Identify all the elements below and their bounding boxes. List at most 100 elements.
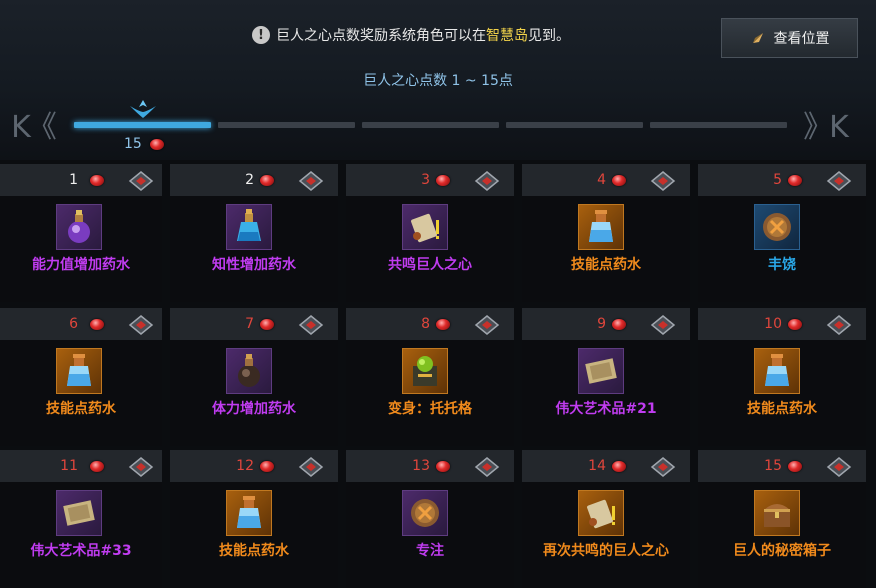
reward-cell-header: 9 xyxy=(522,308,690,340)
progress-segment xyxy=(506,122,643,128)
reward-item-name: 伟大艺术品#33 xyxy=(30,543,132,559)
claim-emblem-icon xyxy=(650,171,676,191)
purple-flask-icon[interactable] xyxy=(56,204,102,250)
reward-cell[interactable]: 14 再次共鸣的巨人之心 xyxy=(522,450,690,588)
reward-item-name: 技能点药水 xyxy=(747,401,817,417)
progress-segment xyxy=(362,122,499,128)
reward-point-number: 6 xyxy=(69,316,78,332)
blue-flask-icon[interactable] xyxy=(226,204,272,250)
claim-emblem-icon xyxy=(650,457,676,477)
progress-indicator: 15 xyxy=(124,136,164,152)
heart-gem-icon xyxy=(90,175,104,186)
reward-cell-header: 1 xyxy=(0,164,162,196)
scroll-icon[interactable] xyxy=(402,204,448,250)
range-label: 巨人之心点数 1 ~ 15点 xyxy=(363,73,513,89)
reward-point-number: 8 xyxy=(421,316,430,332)
reward-item-name: 知性增加药水 xyxy=(212,257,296,273)
next-page-button[interactable]: 》K xyxy=(796,104,852,145)
reward-item-name: 共鸣巨人之心 xyxy=(388,257,472,273)
reward-cell-header: 4 xyxy=(522,164,690,196)
reward-cell-header: 3 xyxy=(346,164,514,196)
notice-text: ! 巨人之心点数奖励系统角色可以在智慧岛见到。 xyxy=(252,24,570,46)
reward-cell-header: 2 xyxy=(170,164,338,196)
scroll-icon[interactable] xyxy=(578,490,624,536)
reward-cell[interactable]: 12 技能点药水 xyxy=(170,450,338,588)
reward-cell[interactable]: 4 技能点药水 xyxy=(522,164,690,302)
reward-item-name: 专注 xyxy=(416,543,444,559)
heart-gem-icon xyxy=(260,319,274,330)
heart-gem-icon xyxy=(149,138,164,150)
transform-box-icon[interactable] xyxy=(402,348,448,394)
heart-gem-icon xyxy=(260,461,274,472)
reward-cell[interactable]: 8 变身：托托格 xyxy=(346,308,514,446)
reward-cell-header: 5 xyxy=(698,164,866,196)
reward-cell[interactable]: 1 能力值增加药水 xyxy=(0,164,162,302)
claim-emblem-icon xyxy=(474,171,500,191)
reward-cell-header: 8 xyxy=(346,308,514,340)
claim-emblem-icon xyxy=(298,171,324,191)
dark-flask-icon[interactable] xyxy=(226,348,272,394)
reward-point-number: 4 xyxy=(597,172,606,188)
reward-point-number: 12 xyxy=(236,458,254,474)
skill-potion-icon[interactable] xyxy=(56,348,102,394)
reward-point-number: 7 xyxy=(245,316,254,332)
claim-emblem-icon xyxy=(474,457,500,477)
progress-marker-icon xyxy=(130,100,156,118)
skill-potion-icon[interactable] xyxy=(226,490,272,536)
heart-gem-icon xyxy=(788,319,802,330)
view-location-button[interactable]: 查看位置 xyxy=(721,18,858,58)
info-icon: ! xyxy=(252,26,270,44)
reward-item-name: 丰饶 xyxy=(768,257,796,273)
reward-point-number: 13 xyxy=(412,458,430,474)
heart-gem-icon xyxy=(788,175,802,186)
reward-item-name: 能力值增加药水 xyxy=(32,257,130,273)
notice-highlight-location[interactable]: 智慧岛 xyxy=(486,28,528,44)
reward-cell[interactable]: 5 丰饶 xyxy=(698,164,866,302)
reward-cell[interactable]: 7 体力增加药水 xyxy=(170,308,338,446)
chest-icon[interactable] xyxy=(754,490,800,536)
reward-cell[interactable]: 3 共鸣巨人之心 xyxy=(346,164,514,302)
reward-cell[interactable]: 15 巨人的秘密箱子 xyxy=(698,450,866,588)
painting-icon[interactable] xyxy=(578,348,624,394)
reward-item-name: 技能点药水 xyxy=(571,257,641,273)
reward-grid: 1 能力值增加药水 2 知性增加药水 3 共鸣巨人之心 4 技能点药水 5 丰饶 6 技能点药水 7 体力… xyxy=(0,164,876,588)
reward-item-name: 体力增加药水 xyxy=(212,401,296,417)
reward-point-number: 15 xyxy=(764,458,782,474)
reward-cell[interactable]: 9 伟大艺术品#21 xyxy=(522,308,690,446)
reward-cell[interactable]: 13 专注 xyxy=(346,450,514,588)
progress-value: 15 xyxy=(124,136,142,152)
claim-emblem-icon xyxy=(298,315,324,335)
claim-emblem-icon xyxy=(474,315,500,335)
skill-potion-icon[interactable] xyxy=(754,348,800,394)
reward-cell-header: 10 xyxy=(698,308,866,340)
heart-gem-icon xyxy=(788,461,802,472)
claim-emblem-icon xyxy=(650,315,676,335)
painting-icon[interactable] xyxy=(56,490,102,536)
reward-point-number: 14 xyxy=(588,458,606,474)
reward-item-name: 再次共鸣的巨人之心 xyxy=(543,543,669,559)
reward-cell[interactable]: 11 伟大艺术品#33 xyxy=(0,450,162,588)
reward-cell[interactable]: 2 知性增加药水 xyxy=(170,164,338,302)
rune-icon[interactable] xyxy=(402,490,448,536)
reward-cell-header: 11 xyxy=(0,450,162,482)
progress-segment xyxy=(650,122,787,128)
claim-emblem-icon xyxy=(298,457,324,477)
heart-gem-icon xyxy=(436,461,450,472)
claim-emblem-icon xyxy=(128,315,154,335)
notice-prefix: 巨人之心点数奖励系统角色可以在 xyxy=(276,28,486,44)
reward-cell-header: 7 xyxy=(170,308,338,340)
reward-item-name: 变身：托托格 xyxy=(388,401,472,417)
rune-icon[interactable] xyxy=(754,204,800,250)
reward-item-name: 技能点药水 xyxy=(46,401,116,417)
skill-potion-icon[interactable] xyxy=(578,204,624,250)
reward-cell[interactable]: 6 技能点药水 xyxy=(0,308,162,446)
reward-cell[interactable]: 10 技能点药水 xyxy=(698,308,866,446)
reward-cell-header: 6 xyxy=(0,308,162,340)
reward-point-number: 11 xyxy=(60,458,78,474)
claim-emblem-icon xyxy=(826,315,852,335)
heart-gem-icon xyxy=(612,461,626,472)
reward-cell-header: 12 xyxy=(170,450,338,482)
header-panel: ! 巨人之心点数奖励系统角色可以在智慧岛见到。 查看位置 巨人之心点数 1 ~ … xyxy=(0,0,876,160)
claim-emblem-icon xyxy=(128,171,154,191)
prev-page-button[interactable]: K《 xyxy=(4,104,60,145)
